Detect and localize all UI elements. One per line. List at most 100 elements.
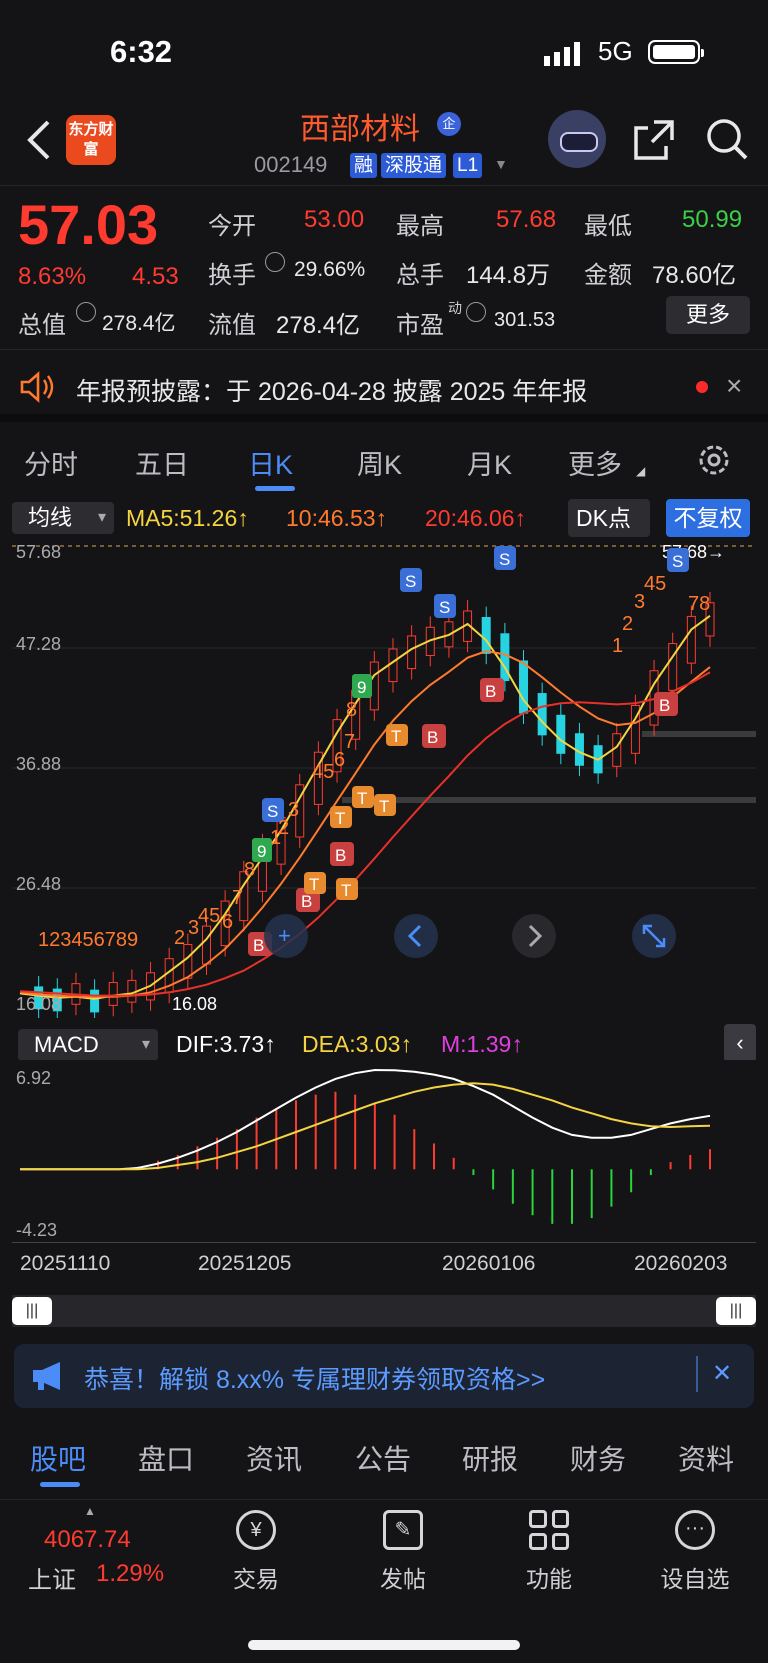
index-value[interactable]: 4067.74 (44, 1526, 131, 1554)
back-icon[interactable] (24, 118, 54, 162)
corner-arrow-icon: ◢ (636, 464, 646, 478)
count-number-marker: 45 (312, 761, 334, 783)
pe-sup: 动 (448, 300, 462, 316)
count-number-marker: 2 (622, 613, 633, 635)
candle-body (90, 989, 100, 1013)
change-amount: 4.53 (132, 263, 179, 290)
turnover-value: 29.66% (294, 258, 366, 281)
tab-announcements[interactable]: 公告 (355, 1438, 411, 1478)
count-number-marker: 6 (222, 911, 233, 933)
unread-dot (696, 381, 708, 393)
candle-body (686, 615, 696, 664)
tab-research[interactable]: 研报 (462, 1438, 518, 1478)
date-axis (12, 1242, 756, 1250)
ma20-value: 20:46.06↑ (425, 505, 527, 531)
active-tab-indicator (255, 486, 295, 491)
collapse-panel-button[interactable]: ‹ (724, 1024, 756, 1062)
promo-text[interactable]: 恭喜！解锁 8.xx% 专属理财券领取资格>> (84, 1360, 545, 1396)
nav-watchlist[interactable]: ··· 设自选 (645, 1510, 745, 1594)
nav-post[interactable]: ✎ 发帖 (353, 1510, 453, 1594)
tab-orderbook[interactable]: 盘口 (138, 1438, 194, 1478)
range-handle-right[interactable]: ||| (716, 1297, 756, 1325)
notice-text[interactable]: 年报预披露：于 2026-04-28 披露 2025 年年报 (76, 372, 587, 408)
candle-body (612, 733, 622, 767)
adjust-button[interactable]: 不复权 (666, 499, 750, 537)
count-number-marker: 8 (244, 859, 255, 881)
tab-intraday[interactable]: 分时 (24, 443, 78, 482)
index-name[interactable]: 上证 (28, 1560, 76, 1595)
kline-chart[interactable]: 57.68 47.28 36.88 26.48 16.08 57.68→ 16.… (12, 538, 756, 1018)
sell-signal-marker: S (405, 572, 416, 591)
nav-functions[interactable]: 功能 (499, 1510, 599, 1594)
count-number-marker: 7 (232, 887, 243, 909)
close-icon[interactable]: × (726, 370, 742, 402)
indicator-selector[interactable]: 均线 (12, 502, 114, 534)
tab-forum[interactable]: 股吧 (30, 1438, 86, 1478)
ai-assistant-icon[interactable] (548, 110, 606, 168)
search-icon[interactable] (704, 116, 750, 162)
settings-icon[interactable] (694, 440, 734, 480)
dk-points-button[interactable]: DK点 (568, 499, 650, 537)
nav-trade[interactable]: ¥ 交易 (206, 1510, 306, 1594)
more-button[interactable]: 更多 (666, 296, 750, 334)
share-icon[interactable] (632, 118, 676, 162)
macd-m: M:1.39↑ (441, 1031, 523, 1057)
count-number-marker: 45 (198, 905, 220, 927)
ma10-value: 10:46.53↑ (286, 505, 388, 531)
high-value: 57.68 (496, 206, 557, 233)
volume-value: 144.8万 (466, 262, 551, 289)
candle-body (183, 944, 193, 979)
chevron-down-icon[interactable]: ▼ (494, 156, 508, 172)
battery-icon (648, 40, 704, 64)
tab-weekly-k[interactable]: 周K (357, 443, 402, 482)
scroll-right-button[interactable] (512, 914, 556, 958)
low-value: 50.99 (682, 206, 743, 233)
macd-axis-top: 6.92 (16, 1068, 51, 1088)
mktcap-label: 总值 (18, 312, 66, 339)
info-icon[interactable] (76, 302, 96, 322)
status-time: 6:32 (110, 34, 173, 69)
tag-connect: 深股通 (381, 153, 447, 178)
candle-body (481, 616, 491, 654)
t-signal-marker: T (309, 875, 319, 894)
info-icon[interactable] (466, 302, 486, 322)
float-label: 流值 (208, 312, 256, 339)
range-scroller[interactable] (12, 1295, 756, 1327)
tab-news[interactable]: 资讯 (246, 1438, 302, 1478)
count-number-marker: 3 (188, 917, 199, 939)
macd-chart[interactable]: 6.92 -4.23 (12, 1060, 756, 1240)
tab-profile[interactable]: 资料 (678, 1438, 734, 1478)
close-icon[interactable]: ✕ (712, 1359, 732, 1388)
macd-selector[interactable]: MACD (18, 1029, 158, 1061)
stock-name: 西部材料 (300, 113, 420, 146)
count-number-marker: 45 (644, 573, 666, 595)
info-icon[interactable] (265, 252, 285, 272)
open-label: 今开 (208, 213, 256, 240)
speaker-icon (20, 371, 54, 403)
buy-signal-marker: B (427, 728, 438, 747)
t-signal-marker: T (341, 881, 351, 900)
candle-body (556, 714, 566, 754)
y-tick-label: 36.88 (16, 754, 61, 774)
tab-daily-k[interactable]: 日K (248, 443, 293, 482)
candle-body (519, 660, 529, 714)
more-dots-icon: ··· (675, 1510, 715, 1550)
grid-icon (529, 1510, 569, 1550)
count-number-marker: 78 (688, 593, 710, 615)
tab-financials[interactable]: 财务 (570, 1438, 626, 1478)
range-handle-left[interactable]: ||| (12, 1297, 52, 1325)
open-value: 53.00 (304, 206, 365, 233)
index-percent[interactable]: 1.29% (96, 1560, 164, 1588)
crosshair-button[interactable]: + (278, 923, 291, 948)
t-signal-marker: T (335, 809, 345, 828)
high-label: 最高 (396, 213, 444, 240)
tab-more[interactable]: 更多 (568, 443, 622, 482)
tab-five-day[interactable]: 五日 (135, 443, 189, 482)
tag-level: L1 (453, 153, 483, 178)
tab-monthly-k[interactable]: 月K (467, 443, 512, 482)
megaphone-icon (33, 1362, 60, 1390)
count-number-marker: 3 (288, 799, 299, 821)
scroll-left-button[interactable] (394, 914, 438, 958)
y-tick-label: 57.68 (16, 542, 61, 562)
date-label: 20260106 (442, 1252, 536, 1275)
